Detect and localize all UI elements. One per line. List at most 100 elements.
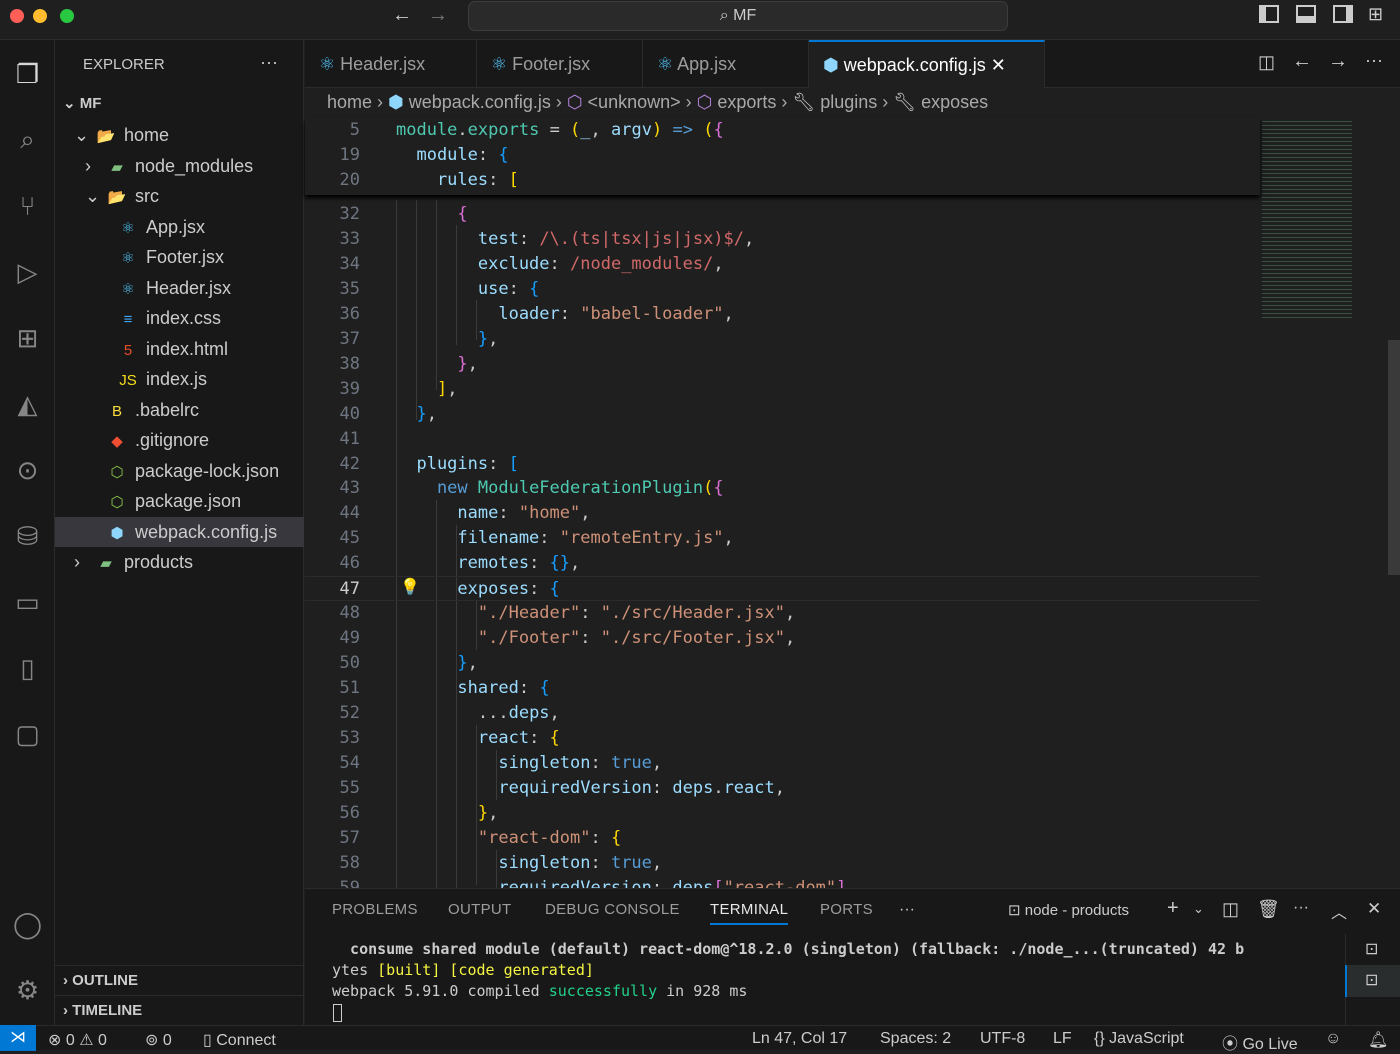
close-panel-icon[interactable]: ✕ [1367, 899, 1381, 919]
tree-item-label: .gitignore [135, 430, 210, 450]
go-live-button[interactable]: ⦿ Go Live [1222, 1030, 1298, 1054]
breadcrumb-item[interactable]: home [327, 92, 372, 112]
connect-button[interactable]: ▯ Connect [203, 1030, 276, 1050]
minimize-window-button[interactable] [33, 9, 47, 23]
maximize-window-button[interactable] [60, 9, 74, 23]
tree-item-label: node_modules [135, 155, 254, 176]
notifications-bell-icon[interactable]: 🔔︎ [1368, 1030, 1388, 1050]
more-actions-icon[interactable]: ··· [260, 52, 278, 73]
split-terminal-icon[interactable]: ◫ [1222, 899, 1239, 920]
panel-tab-problems[interactable]: PROBLEMS [332, 901, 418, 918]
terminal-selector[interactable]: ⊡ node - products [1008, 901, 1129, 919]
close-window-button[interactable] [10, 9, 24, 23]
settings-gear-icon[interactable]: ⚙ [0, 968, 55, 1012]
workspace-root[interactable]: ⌄ MF [55, 89, 304, 119]
source-control-icon[interactable]: ⑂ [0, 184, 55, 228]
language-mode[interactable]: {} JavaScript [1094, 1030, 1184, 1048]
panel-tab-ports[interactable]: PORTS [820, 901, 873, 918]
toggle-secondary-sidebar-icon[interactable] [1333, 5, 1353, 23]
database-icon[interactable]: ⛁ [0, 514, 55, 558]
ports-indicator[interactable]: ⊚ 0 [145, 1030, 172, 1050]
code-token: new [396, 478, 478, 499]
end-of-line[interactable]: LF [1053, 1030, 1072, 1048]
editor-more-icon[interactable]: ··· [1365, 50, 1383, 71]
tree-item[interactable]: ⌄ 📂 src [55, 181, 304, 211]
tree-item[interactable]: B .babelrc [55, 395, 304, 425]
lightbulb-icon[interactable]: 💡 [400, 577, 420, 597]
chevron-down-icon[interactable]: ⌄ [1193, 901, 1204, 917]
tab-webpack-config-js[interactable]: ⬢ webpack.config.js ✕ [809, 40, 1045, 88]
tree-item[interactable]: ⬢ webpack.config.js [55, 516, 304, 547]
go-forward-icon[interactable]: → [1328, 50, 1348, 73]
remote-indicator-icon[interactable]: ⋊ [0, 1025, 36, 1051]
terminal-instance-icon[interactable]: ⊡ [1365, 939, 1378, 959]
tree-item[interactable]: ⚛ Header.jsx [55, 273, 304, 303]
breadcrumb-item[interactable]: ⬡ <unknown> [567, 92, 681, 112]
panel-tab-terminal[interactable]: TERMINAL [710, 901, 789, 925]
more-icon[interactable]: ··· [1293, 899, 1309, 917]
explorer-icon[interactable]: ❐ [0, 52, 55, 96]
go-back-icon[interactable]: ← [1292, 50, 1312, 73]
command-center-search[interactable]: ⌕ MF [468, 1, 1008, 31]
customize-layout-icon[interactable]: ⊞ [1368, 4, 1383, 25]
code-token: : [580, 628, 601, 649]
tree-item[interactable]: ⬡ package.json [55, 486, 304, 516]
panel-more-icon[interactable]: ··· [899, 901, 915, 919]
run-debug-icon[interactable]: ▷ [0, 250, 55, 294]
terminal-instance-active[interactable]: ⊡ [1345, 965, 1400, 997]
activity-bar: ❐ ⌕ ⑂ ▷ ⊞ ◭ ⊙ ⛁ ▭ ▯ ▢ ◯ ⚙ [0, 40, 55, 1025]
tree-item[interactable]: ⌄ 📂 home [55, 120, 304, 150]
toggle-sidebar-icon[interactable] [1259, 5, 1279, 23]
tree-item[interactable]: ⬡ package-lock.json [55, 456, 304, 486]
azure-icon[interactable]: ◭ [0, 382, 55, 426]
breadcrumb-item[interactable]: ⬢ webpack.config.js [388, 92, 551, 112]
panel-tab-debug-console[interactable]: DEBUG CONSOLE [545, 901, 680, 918]
tab-footer-jsx[interactable]: ⚛ Footer.jsx [477, 40, 643, 88]
copilot-icon[interactable]: ☺ [1325, 1030, 1341, 1048]
remote-explorer-icon[interactable]: ▭ [0, 580, 55, 624]
search-icon[interactable]: ⌕ [0, 118, 55, 162]
split-editor-icon[interactable]: ◫ [1258, 52, 1275, 73]
breadcrumb-item[interactable]: ⬡ exports [697, 92, 777, 112]
trash-icon[interactable]: 🗑 [1257, 899, 1280, 920]
tree-item[interactable]: ◆ .gitignore [55, 425, 304, 455]
code-token: [ [508, 170, 519, 190]
code-text: ...deps, [396, 701, 560, 726]
timeline-section[interactable]: › TIMELINE [55, 995, 304, 1025]
git-graph-icon[interactable]: ⊙ [0, 448, 55, 492]
back-arrow-icon[interactable]: ← [392, 4, 412, 27]
tree-item[interactable]: › ▰ products [55, 547, 304, 577]
code-text: "./Footer": "./src/Footer.jsx", [396, 626, 795, 651]
braces-icon: {} [1094, 1030, 1110, 1047]
notebook-icon[interactable]: ▯ [0, 646, 55, 690]
toggle-panel-icon[interactable] [1296, 5, 1316, 23]
tree-item[interactable]: ≡ index.css [55, 303, 304, 333]
line-number: 45 [339, 528, 360, 549]
tree-item[interactable]: ⚛ Footer.jsx [55, 242, 304, 272]
extensions-icon[interactable]: ⊞ [0, 316, 55, 360]
code-token: "./Header" [396, 603, 581, 624]
editor-scrollbar[interactable] [1388, 340, 1400, 575]
breadcrumb-item[interactable]: 🔧︎ exposes [893, 92, 988, 112]
encoding[interactable]: UTF-8 [980, 1030, 1025, 1048]
problems-indicator[interactable]: ⊗ 0 ⚠ 0 [48, 1030, 107, 1050]
breadcrumb-item[interactable]: 🔧︎ plugins [792, 92, 877, 112]
close-tab-icon[interactable]: ✕ [986, 55, 1006, 75]
chat-icon[interactable]: ▢ [0, 712, 55, 756]
minimap[interactable] [1262, 118, 1352, 318]
code-token: , [447, 378, 458, 399]
outline-section[interactable]: › OUTLINE [55, 965, 304, 995]
tree-item[interactable]: 5 index.html [55, 334, 304, 364]
tree-item[interactable]: ⚛ App.jsx [55, 212, 304, 242]
panel-tab-output[interactable]: OUTPUT [448, 901, 511, 918]
tree-item[interactable]: › ▰ node_modules [55, 151, 304, 181]
tree-item[interactable]: JS index.js [55, 364, 304, 394]
tab-header-jsx[interactable]: ⚛ Header.jsx [305, 40, 477, 88]
tab-app-jsx[interactable]: ⚛ App.jsx [643, 40, 809, 88]
new-terminal-icon[interactable]: + [1167, 897, 1179, 920]
cursor-position[interactable]: Ln 47, Col 17 [752, 1030, 847, 1048]
maximize-panel-icon[interactable]: ︿ [1331, 899, 1347, 923]
indentation[interactable]: Spaces: 2 [880, 1030, 951, 1048]
forward-arrow-icon[interactable]: → [428, 4, 448, 27]
account-icon[interactable]: ◯ [0, 902, 55, 946]
